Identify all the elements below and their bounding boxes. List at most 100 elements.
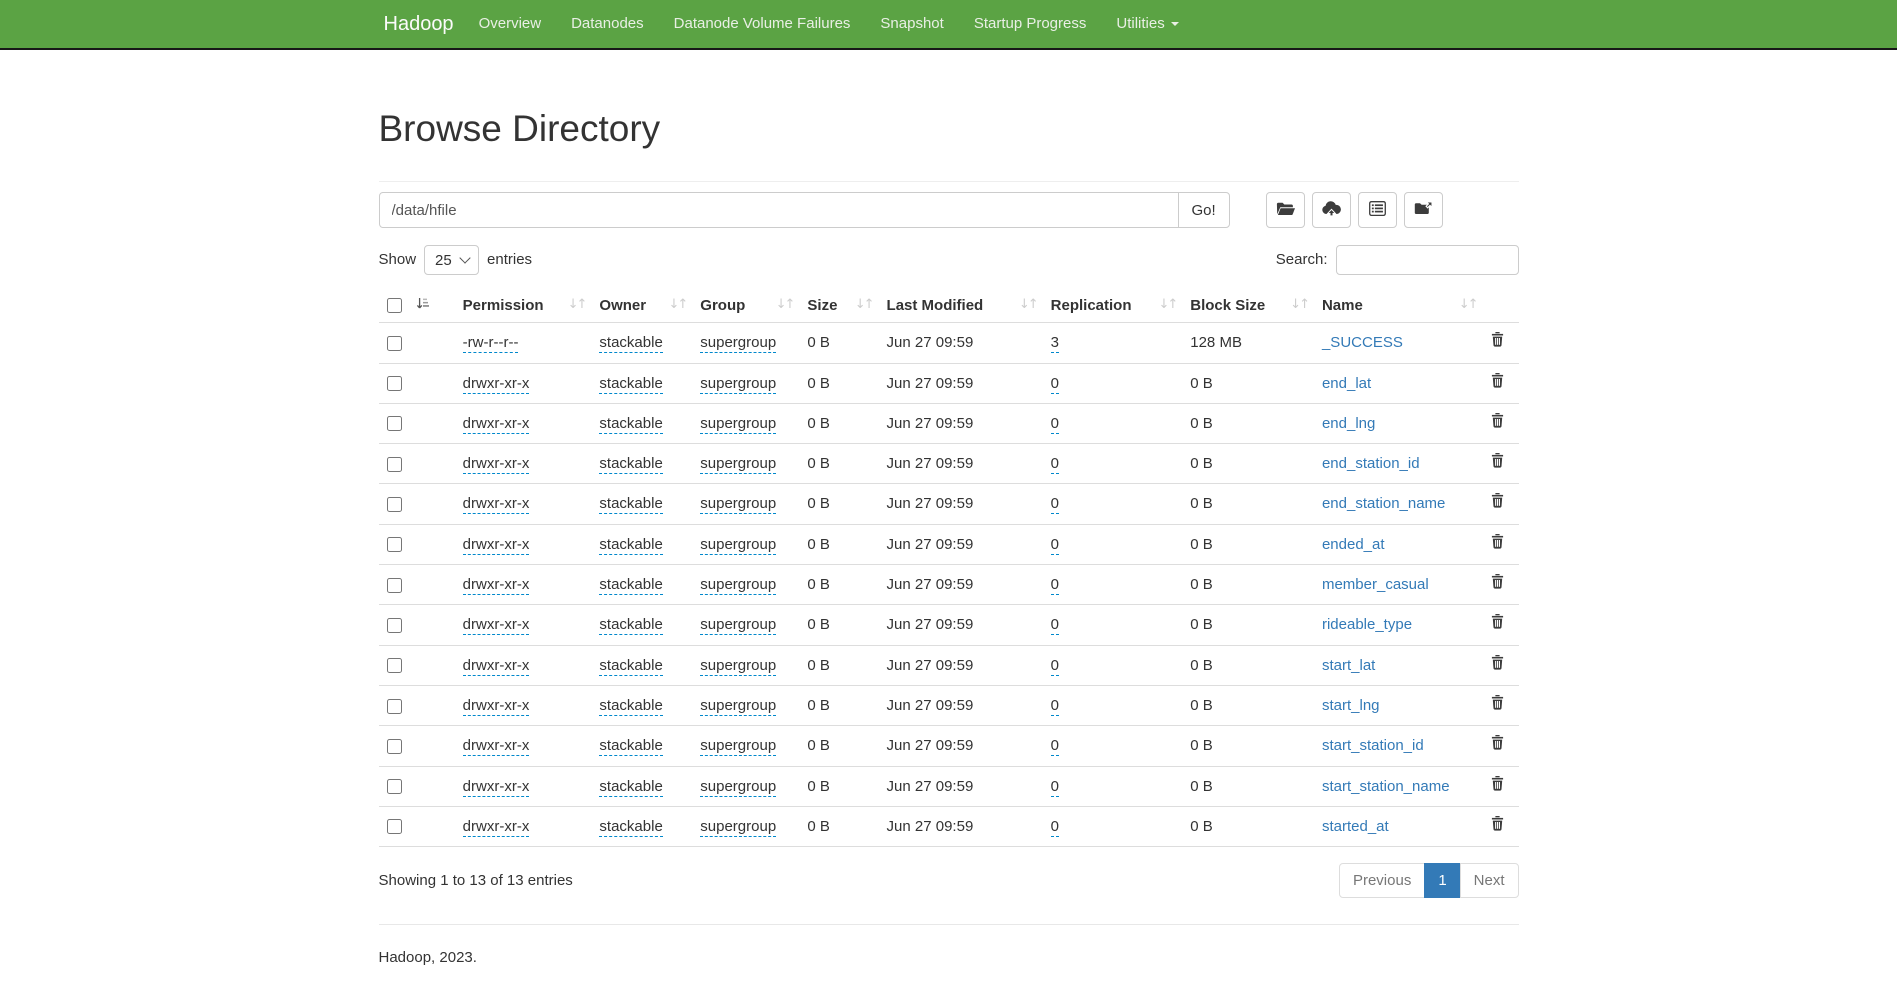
permission-value[interactable]: drwxr-xr-x: [463, 375, 530, 394]
replication-value[interactable]: 0: [1051, 415, 1059, 434]
sort-both-icon[interactable]: [1459, 296, 1477, 314]
permission-value[interactable]: drwxr-xr-x: [463, 495, 530, 514]
replication-value[interactable]: 0: [1051, 576, 1059, 595]
navbar-brand[interactable]: Hadoop: [379, 0, 464, 48]
replication-value[interactable]: 3: [1051, 334, 1059, 353]
nav-utilities-dropdown[interactable]: Utilities: [1101, 0, 1193, 48]
replication-value[interactable]: 0: [1051, 495, 1059, 514]
owner-value[interactable]: stackable: [599, 818, 662, 837]
trash-icon[interactable]: [1491, 413, 1504, 434]
nav-datanode-volume-failures[interactable]: Datanode Volume Failures: [659, 0, 866, 48]
group-value[interactable]: supergroup: [700, 415, 776, 434]
sort-both-icon[interactable]: [1158, 296, 1176, 314]
file-name-link[interactable]: rideable_type: [1322, 616, 1412, 633]
owner-value[interactable]: stackable: [599, 576, 662, 595]
group-value[interactable]: supergroup: [700, 576, 776, 595]
replication-value[interactable]: 0: [1051, 818, 1059, 837]
permission-value[interactable]: drwxr-xr-x: [463, 455, 530, 474]
header-replication[interactable]: Replication: [1043, 288, 1183, 323]
search-input[interactable]: [1336, 245, 1519, 275]
permission-value[interactable]: drwxr-xr-x: [463, 415, 530, 434]
permission-value[interactable]: drwxr-xr-x: [463, 576, 530, 595]
file-name-link[interactable]: start_station_id: [1322, 737, 1424, 754]
row-select-checkbox[interactable]: [387, 497, 402, 512]
sort-both-icon[interactable]: [1019, 296, 1037, 314]
group-value[interactable]: supergroup: [700, 334, 776, 353]
sort-both-icon[interactable]: [776, 296, 794, 314]
group-value[interactable]: supergroup: [700, 495, 776, 514]
go-button[interactable]: Go!: [1178, 192, 1230, 228]
sort-ascending-icon[interactable]: [416, 295, 429, 316]
file-name-link[interactable]: start_lng: [1322, 697, 1380, 714]
row-select-checkbox[interactable]: [387, 699, 402, 714]
trash-icon[interactable]: [1491, 574, 1504, 595]
replication-value[interactable]: 0: [1051, 737, 1059, 756]
owner-value[interactable]: stackable: [599, 334, 662, 353]
trash-icon[interactable]: [1491, 534, 1504, 555]
owner-value[interactable]: stackable: [599, 495, 662, 514]
header-block-size[interactable]: Block Size: [1182, 288, 1314, 323]
file-name-link[interactable]: end_lng: [1322, 415, 1375, 432]
directory-path-input[interactable]: [379, 192, 1179, 228]
file-name-link[interactable]: member_casual: [1322, 576, 1429, 593]
row-select-checkbox[interactable]: [387, 416, 402, 431]
permission-value[interactable]: drwxr-xr-x: [463, 818, 530, 837]
pagination-next[interactable]: Next: [1460, 863, 1519, 898]
row-select-checkbox[interactable]: [387, 739, 402, 754]
group-value[interactable]: supergroup: [700, 375, 776, 394]
file-name-link[interactable]: _SUCCESS: [1322, 334, 1403, 351]
list-alt-button[interactable]: [1358, 192, 1397, 228]
permission-value[interactable]: drwxr-xr-x: [463, 657, 530, 676]
group-value[interactable]: supergroup: [700, 697, 776, 716]
row-select-checkbox[interactable]: [387, 819, 402, 834]
pagination-page-1[interactable]: 1: [1424, 863, 1460, 898]
trash-icon[interactable]: [1491, 453, 1504, 474]
nav-overview[interactable]: Overview: [464, 0, 557, 48]
sort-both-icon[interactable]: [1290, 296, 1308, 314]
header-last-modified[interactable]: Last Modified: [879, 288, 1043, 323]
trash-icon[interactable]: [1491, 695, 1504, 716]
permission-value[interactable]: drwxr-xr-x: [463, 616, 530, 635]
header-group[interactable]: Group: [692, 288, 799, 323]
row-select-checkbox[interactable]: [387, 578, 402, 593]
replication-value[interactable]: 0: [1051, 536, 1059, 555]
permission-value[interactable]: -rw-r--r--: [463, 334, 519, 353]
trash-icon[interactable]: [1491, 816, 1504, 837]
replication-value[interactable]: 0: [1051, 778, 1059, 797]
upload-files-button[interactable]: [1312, 192, 1351, 228]
nav-startup-progress[interactable]: Startup Progress: [959, 0, 1102, 48]
replication-value[interactable]: 0: [1051, 375, 1059, 394]
row-select-checkbox[interactable]: [387, 658, 402, 673]
sort-both-icon[interactable]: [668, 296, 686, 314]
group-value[interactable]: supergroup: [700, 455, 776, 474]
permission-value[interactable]: drwxr-xr-x: [463, 697, 530, 716]
header-size[interactable]: Size: [799, 288, 878, 323]
group-value[interactable]: supergroup: [700, 778, 776, 797]
nav-snapshot[interactable]: Snapshot: [865, 0, 958, 48]
trash-icon[interactable]: [1491, 493, 1504, 514]
nav-datanodes[interactable]: Datanodes: [556, 0, 659, 48]
header-name[interactable]: Name: [1314, 288, 1483, 323]
file-name-link[interactable]: ended_at: [1322, 536, 1385, 553]
file-name-link[interactable]: end_lat: [1322, 375, 1371, 392]
owner-value[interactable]: stackable: [599, 657, 662, 676]
sort-both-icon[interactable]: [855, 296, 873, 314]
owner-value[interactable]: stackable: [599, 697, 662, 716]
sort-both-icon[interactable]: [568, 296, 586, 314]
file-name-link[interactable]: end_station_name: [1322, 495, 1445, 512]
row-select-checkbox[interactable]: [387, 779, 402, 794]
replication-value[interactable]: 0: [1051, 697, 1059, 716]
trash-icon[interactable]: [1491, 735, 1504, 756]
owner-value[interactable]: stackable: [599, 778, 662, 797]
row-select-checkbox[interactable]: [387, 618, 402, 633]
permission-value[interactable]: drwxr-xr-x: [463, 737, 530, 756]
owner-value[interactable]: stackable: [599, 737, 662, 756]
owner-value[interactable]: stackable: [599, 455, 662, 474]
pagination-previous[interactable]: Previous: [1339, 863, 1425, 898]
header-owner[interactable]: Owner: [591, 288, 692, 323]
create-directory-button[interactable]: [1266, 192, 1305, 228]
replication-value[interactable]: 0: [1051, 455, 1059, 474]
owner-value[interactable]: stackable: [599, 375, 662, 394]
group-value[interactable]: supergroup: [700, 737, 776, 756]
group-value[interactable]: supergroup: [700, 818, 776, 837]
